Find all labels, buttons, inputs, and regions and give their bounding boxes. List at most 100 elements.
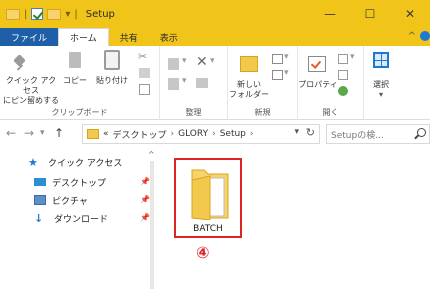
scrollbar-thumb[interactable] <box>150 161 154 289</box>
desktop-icon <box>34 178 46 186</box>
folder-batch[interactable]: BATCH <box>174 158 242 238</box>
close-button[interactable]: ✕ <box>390 0 430 28</box>
recent-locations-icon[interactable]: ▾ <box>40 128 45 138</box>
search-input[interactable]: Setupの検... <box>326 124 430 144</box>
dropdown-icon[interactable]: ▾ <box>65 9 70 20</box>
pin-to-quick-access-button[interactable]: クイック アクセス にピン留めする <box>2 50 60 106</box>
ribbon-tabs: ファイル ホーム 共有 表示 ^ <box>0 28 430 46</box>
new-folder-quick-icon[interactable] <box>47 8 62 20</box>
copy-to-icon[interactable] <box>168 78 179 90</box>
organize-group-label: 整理 <box>185 108 202 117</box>
properties-button[interactable]: プロパティ <box>298 50 338 106</box>
download-icon: ↓ <box>34 211 44 225</box>
paste-icon <box>104 50 120 70</box>
refresh-icon[interactable]: ↻ <box>306 126 315 139</box>
chevron-right-icon[interactable]: › <box>171 129 175 139</box>
dropdown-icon: ▾ <box>210 56 215 66</box>
clipboard-group-label: クリップボード <box>51 108 108 117</box>
address-bar-row: ← → ▾ ↑ « デスクトップ › GLORY › Setup › ▾ ↻ S… <box>0 121 430 147</box>
window-title: Setup <box>85 8 115 20</box>
search-icon <box>417 128 426 137</box>
nav-item-desktop[interactable]: デスクトップ <box>34 175 106 189</box>
dropdown-icon: ▾ <box>182 56 187 66</box>
address-bar[interactable]: « デスクトップ › GLORY › Setup › ▾ ↻ <box>82 124 320 144</box>
nav-item-pictures[interactable]: ピクチャ <box>34 193 88 207</box>
rename-icon[interactable] <box>196 78 208 88</box>
organize-group: ▾ ✕ ▾ ▾ 整理 <box>160 46 228 120</box>
chevron-right-icon[interactable]: › <box>212 129 216 139</box>
breadcrumb-glory[interactable]: GLORY <box>178 129 208 139</box>
new-folder-icon <box>240 56 258 72</box>
copy-icon <box>69 52 81 68</box>
scroll-up-icon[interactable]: ^ <box>148 150 155 159</box>
minimize-button[interactable]: — <box>310 0 350 28</box>
back-arrow-icon[interactable]: ← <box>6 126 16 140</box>
up-arrow-icon[interactable]: ↑ <box>54 126 64 140</box>
select-label: 選択 <box>373 80 389 89</box>
folder-icon <box>191 169 229 220</box>
search-placeholder: Setupの検... <box>331 130 384 141</box>
nav-item-label: ダウンロード <box>54 214 109 225</box>
maximize-button[interactable]: ☐ <box>350 0 390 28</box>
chevron-right-icon[interactable]: › <box>250 129 254 139</box>
nav-scrollbar[interactable]: ^ <box>147 147 157 289</box>
open-icon[interactable] <box>338 54 348 64</box>
help-icon[interactable] <box>420 31 430 41</box>
open-group-label: 開く <box>322 108 339 117</box>
nav-item-label: クイック アクセス <box>48 158 123 169</box>
new-folder-label-line1: 新しい <box>237 80 261 89</box>
nav-item-downloads[interactable]: ↓ ダウンロード <box>34 211 108 225</box>
properties-icon <box>308 56 326 72</box>
collapse-ribbon-button[interactable]: ^ <box>408 31 416 42</box>
edit-icon[interactable] <box>338 70 348 80</box>
folder-icon <box>6 8 20 20</box>
paste-button[interactable]: 貼り付け <box>92 50 132 90</box>
breadcrumb-desktop[interactable]: デスクトップ <box>113 128 167 141</box>
breadcrumb-setup[interactable]: Setup <box>220 129 246 139</box>
dropdown-icon: ▾ <box>350 52 355 62</box>
select-button[interactable]: 選択 ▾ <box>366 50 396 106</box>
new-group: 新しい フォルダー ▾ ▾ 新規 <box>228 46 298 120</box>
tab-file[interactable]: ファイル <box>0 28 59 46</box>
content-pane: BATCH ④ <box>160 147 430 289</box>
cut-icon[interactable]: ✂ <box>138 50 152 64</box>
delete-icon[interactable]: ✕ <box>196 54 208 70</box>
title-separator-2: | <box>74 8 78 20</box>
copy-label: コピー <box>63 76 87 85</box>
address-dropdown-icon[interactable]: ▾ <box>294 127 299 137</box>
easy-access-icon[interactable] <box>272 70 283 80</box>
folder-label: BATCH <box>193 224 223 234</box>
tab-home[interactable]: ホーム <box>58 28 109 46</box>
chevron-down-icon: ▾ <box>378 90 383 99</box>
select-all-icon <box>373 52 389 68</box>
folder-icon <box>87 129 99 139</box>
forward-arrow-icon[interactable]: → <box>24 126 34 140</box>
pin-label-line2: にピン留めする <box>3 96 59 105</box>
nav-item-label: デスクトップ <box>52 178 107 189</box>
pin-label-line1: クイック アクセス <box>5 76 57 95</box>
copy-path-icon[interactable] <box>139 68 150 78</box>
nav-item-label: ピクチャ <box>52 196 88 207</box>
tab-view[interactable]: 表示 <box>149 28 189 46</box>
pin-icon <box>13 56 27 70</box>
paste-label: 貼り付け <box>96 76 128 85</box>
title-separator: | <box>24 8 28 20</box>
move-to-icon[interactable] <box>168 58 179 70</box>
new-group-label: 新規 <box>254 108 271 117</box>
properties-quick-icon[interactable] <box>31 8 44 20</box>
new-folder-button[interactable]: 新しい フォルダー <box>228 50 270 106</box>
copy-button[interactable]: コピー <box>62 50 88 90</box>
pictures-icon <box>34 195 46 205</box>
new-item-icon[interactable] <box>272 54 283 64</box>
title-bar: | ▾ | Setup — ☐ ✕ <box>0 0 430 28</box>
step-marker: ④ <box>196 243 210 262</box>
dropdown-icon: ▾ <box>284 68 289 78</box>
ribbon: クイック アクセス にピン留めする コピー 貼り付け ✂ クリップボード ▾ ✕… <box>0 46 430 120</box>
dropdown-icon: ▾ <box>284 52 289 62</box>
select-group: 選択 ▾ <box>364 46 398 120</box>
tab-share[interactable]: 共有 <box>109 28 149 46</box>
nav-item-quick-access[interactable]: ★ クイック アクセス <box>28 155 122 169</box>
history-icon[interactable] <box>338 86 348 96</box>
paste-shortcut-icon[interactable] <box>139 84 150 95</box>
breadcrumb-prefix[interactable]: « <box>103 129 109 139</box>
